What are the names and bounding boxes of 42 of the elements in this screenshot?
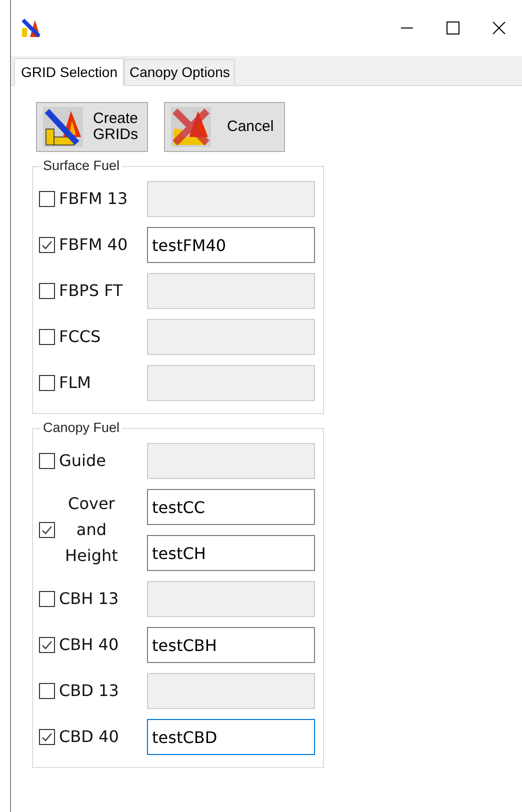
cancel-button[interactable]: Cancel xyxy=(164,102,285,152)
checkbox-label: FBFM 40 xyxy=(58,234,129,256)
checkbox[interactable] xyxy=(39,191,55,207)
checkbox-label: Guide xyxy=(58,450,107,472)
app-icon xyxy=(21,18,41,38)
checkbox-label: FBPS FT xyxy=(58,280,124,302)
checkbox[interactable] xyxy=(39,729,55,745)
checkbox-label: Cover and Height xyxy=(64,493,118,567)
checkbox[interactable] xyxy=(39,683,55,699)
checkbox-label: CBH 13 xyxy=(58,588,120,610)
checkbox-label: CBD 40 xyxy=(58,726,120,748)
create-button[interactable]: Create GRIDs xyxy=(36,102,148,152)
check-icon xyxy=(41,639,53,651)
checkbox-label: FBFM 13 xyxy=(58,188,129,210)
tab[interactable]: GRID Selection xyxy=(14,58,124,86)
input-field[interactable]: testCBD xyxy=(147,719,315,755)
checkbox[interactable] xyxy=(39,283,55,299)
checkbox[interactable] xyxy=(39,453,55,469)
checkbox[interactable] xyxy=(39,591,55,607)
check-icon xyxy=(41,239,53,251)
input-field[interactable]: testCC xyxy=(147,489,315,525)
wrench-fire-icon xyxy=(43,107,83,147)
input-field[interactable]: testFM40 xyxy=(147,227,315,263)
check-icon xyxy=(41,524,53,536)
tab[interactable]: Canopy Options xyxy=(124,59,235,85)
checkbox[interactable] xyxy=(39,375,55,391)
checkbox[interactable] xyxy=(39,237,55,253)
cancel-icon xyxy=(171,107,211,147)
checkbox-label: CBH 40 xyxy=(58,634,120,656)
maximize-icon xyxy=(446,21,460,35)
input-field[interactable]: testCBH xyxy=(147,627,315,663)
checkbox-label: CBD 13 xyxy=(58,680,120,702)
checkbox[interactable] xyxy=(39,522,55,538)
close-icon xyxy=(492,21,506,35)
minimize-icon xyxy=(400,27,414,29)
checkbox-label: FLM xyxy=(58,372,92,394)
check-icon xyxy=(41,731,53,743)
checkbox[interactable] xyxy=(39,637,55,653)
checkbox[interactable] xyxy=(39,329,55,345)
group-title: Canopy Fuel xyxy=(41,419,122,437)
input-field[interactable]: testCH xyxy=(147,535,315,571)
checkbox-label: FCCS xyxy=(58,326,102,348)
